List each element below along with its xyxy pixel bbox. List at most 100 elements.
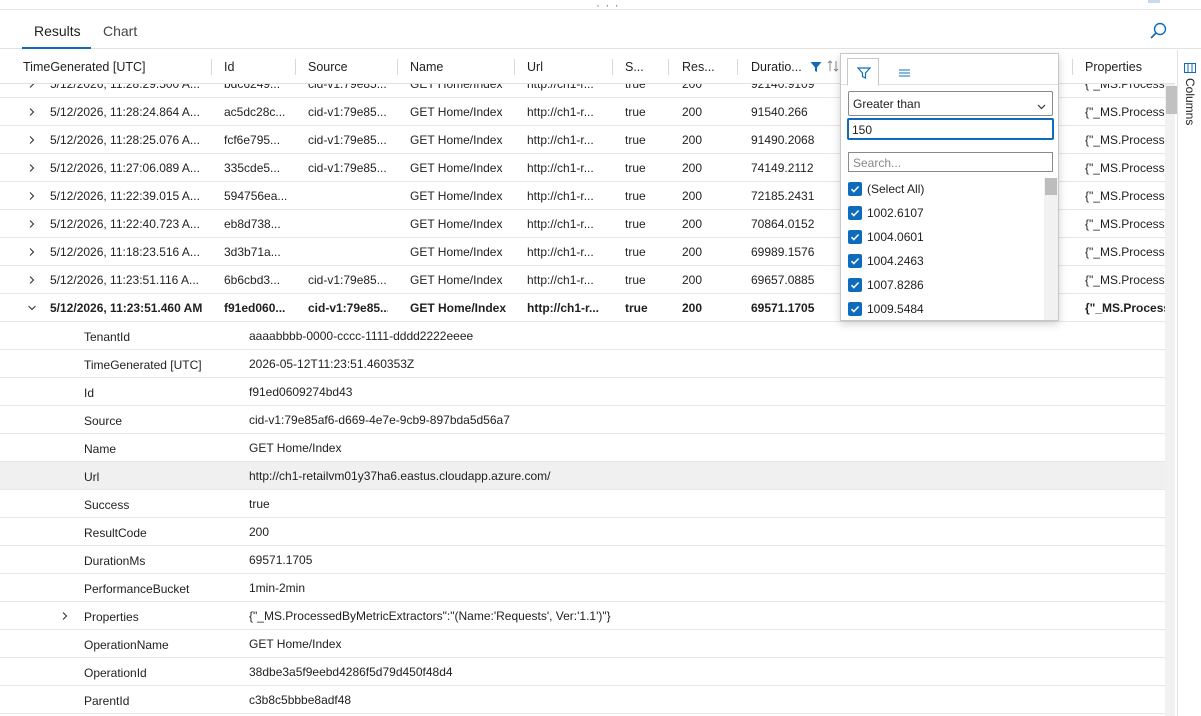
col-header-url[interactable]: Url	[527, 60, 543, 74]
detail-key: Properties	[84, 610, 139, 624]
tab-results[interactable]: Results	[22, 23, 91, 49]
cell-id: 594756ea...	[224, 189, 288, 203]
cell-name: GET Home/Index	[410, 133, 503, 147]
cell-props: {"_MS.Processe	[1085, 301, 1165, 315]
detail-row: PerformanceBucket 1min-2min	[0, 574, 1165, 602]
cell-id: 6b6cbd3...	[224, 273, 281, 287]
check-icon[interactable]	[848, 206, 862, 220]
detail-key: TimeGenerated [UTC]	[84, 358, 202, 372]
col-header-name[interactable]: Name	[410, 60, 443, 74]
cell-time: 5/12/2026, 11:22:40.723 A...	[50, 217, 200, 231]
filter-checkbox-item[interactable]: 1004.2463	[848, 250, 1044, 274]
top-splitter[interactable]: · · ·	[0, 0, 1201, 12]
filter-value-input[interactable]: 150	[847, 118, 1054, 140]
filter-item-label: 1004.2463	[867, 254, 924, 268]
cell-source: cid-v1:79e85...	[308, 301, 388, 315]
filter-item-label: (Select All)	[867, 182, 925, 196]
cell-duration: 69657.0885	[751, 273, 815, 287]
cell-success: true	[625, 217, 646, 231]
cell-name: GET Home/Index	[410, 245, 503, 259]
detail-value: c3b8c5bbbe8adf48	[249, 693, 352, 707]
col-header-resultcode[interactable]: Res...	[682, 60, 715, 74]
detail-key: Name	[84, 442, 117, 456]
cell-props: {"_MS.Processe	[1085, 189, 1165, 203]
chevron-down-icon	[1037, 100, 1046, 110]
cell-props: {"_MS.Processe	[1085, 217, 1165, 231]
filter-checkbox-item[interactable]: (Select All)	[848, 178, 1044, 202]
detail-value: 2026-05-12T11:23:51.460353Z	[249, 357, 415, 371]
cell-result: 200	[682, 217, 703, 231]
cell-url: http://ch1-r...	[527, 189, 594, 203]
cell-result: 200	[682, 161, 703, 175]
chevron-right-icon[interactable]	[27, 246, 37, 256]
detail-value: 69571.1705	[249, 553, 313, 567]
chevron-right-icon[interactable]	[27, 190, 37, 200]
detail-key: TenantId	[84, 330, 131, 344]
detail-row: ResultCode 200	[0, 518, 1165, 546]
filter-menu-tabs	[841, 54, 1058, 86]
filter-search-input[interactable]: Search...	[848, 152, 1053, 172]
scrollbar-thumb[interactable]	[1045, 178, 1057, 195]
chevron-right-icon[interactable]	[27, 162, 37, 172]
column-resizer[interactable]	[612, 59, 613, 75]
col-header-id[interactable]: Id	[224, 60, 234, 74]
menu-icon[interactable]	[889, 58, 921, 84]
filter-tab[interactable]	[847, 58, 879, 86]
chevron-right-icon[interactable]	[27, 106, 37, 116]
col-header-success[interactable]: S...	[625, 60, 644, 74]
check-icon[interactable]	[848, 230, 862, 244]
detail-value: {"_MS.ProcessedByMetricExtractors":"(Nam…	[249, 609, 611, 623]
detail-key: Success	[84, 498, 130, 512]
column-resizer[interactable]	[668, 59, 669, 75]
detail-row: Source cid-v1:79e85af6-d669-4e7e-9cb9-897…	[0, 406, 1165, 434]
chevron-right-icon[interactable]	[27, 134, 37, 144]
filter-checkbox-item[interactable]: 1004.0601	[848, 226, 1044, 250]
results-tabbar: Results Chart	[0, 11, 1201, 49]
filter-icon[interactable]	[810, 61, 822, 76]
filter-checkbox-item[interactable]: 1009.5484	[848, 298, 1044, 320]
cell-result: 200	[682, 245, 703, 259]
col-header-timegenerated[interactable]: TimeGenerated [UTC]	[23, 60, 146, 74]
detail-key: PerformanceBucket	[84, 582, 190, 596]
cell-props: {"_MS.Processe	[1085, 245, 1165, 259]
column-resizer[interactable]	[397, 59, 398, 75]
tab-chart[interactable]: Chart	[103, 23, 137, 39]
filter-checkbox-item[interactable]: 1002.6107	[848, 202, 1044, 226]
search-icon[interactable]	[1148, 20, 1170, 42]
cell-success: true	[625, 189, 646, 203]
column-resizer[interactable]	[737, 59, 738, 75]
cell-result: 200	[682, 273, 703, 287]
chevron-right-icon[interactable]	[27, 274, 37, 284]
column-resizer[interactable]	[514, 59, 515, 75]
cell-props: {"_MS.Processe	[1085, 161, 1165, 175]
col-header-properties[interactable]: Properties	[1085, 60, 1142, 74]
columns-icon[interactable]	[1184, 62, 1196, 73]
sort-icon[interactable]	[827, 59, 839, 76]
cell-success: true	[625, 273, 646, 287]
check-icon[interactable]	[848, 278, 862, 292]
check-icon[interactable]	[848, 302, 862, 316]
detail-key: Source	[84, 414, 123, 428]
col-header-source[interactable]: Source	[308, 60, 348, 74]
chevron-right-icon[interactable]	[60, 610, 70, 620]
check-icon[interactable]	[848, 254, 862, 268]
grid-vertical-scrollbar[interactable]	[1165, 84, 1178, 716]
detail-row: OperationId 38dbe3a5f9eebd4286f5d79d450f4…	[0, 658, 1165, 686]
filter-checkbox-item[interactable]: 1007.8286	[848, 274, 1044, 298]
detail-row: Success true	[0, 490, 1165, 518]
col-header-duration[interactable]: Duratio...	[751, 60, 802, 74]
filter-list-scrollbar[interactable]	[1044, 178, 1058, 320]
check-icon[interactable]	[848, 182, 862, 196]
top-panel-icon	[1148, 0, 1160, 3]
chevron-right-icon[interactable]	[27, 218, 37, 228]
column-resizer[interactable]	[211, 59, 212, 75]
detail-value: 38dbe3a5f9eebd4286f5d79d450f48d4	[249, 665, 453, 679]
chevron-down-icon[interactable]	[27, 302, 37, 312]
columns-panel-toggle[interactable]: Columns	[1183, 78, 1197, 125]
column-resizer[interactable]	[1072, 59, 1073, 75]
filter-operator-select[interactable]: Greater than	[848, 91, 1053, 116]
cell-id: fcf6e795...	[224, 133, 281, 147]
cell-result: 200	[682, 189, 703, 203]
filter-item-label: 1007.8286	[867, 278, 924, 292]
column-resizer[interactable]	[295, 59, 296, 75]
